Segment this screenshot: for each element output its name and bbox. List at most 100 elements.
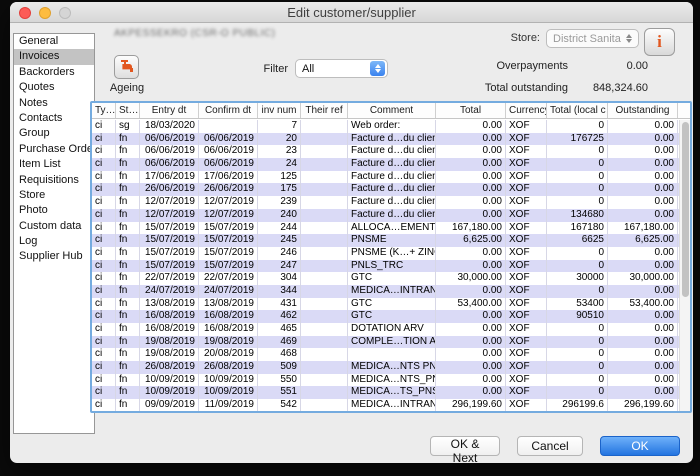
cell-entry_dt: 15/07/2019 [140,222,199,235]
close-window-button[interactable] [19,7,31,19]
cell-currency: XOF [506,272,547,285]
cell-their_ref [301,260,348,273]
cell-st: fn [116,336,140,349]
column-header-comment[interactable]: Comment [348,103,436,118]
cell-total_local: 0 [547,247,608,260]
column-header-outstanding[interactable]: Outstanding [608,103,678,118]
cell-st: fn [116,399,140,412]
sidebar-item-store[interactable]: Store [14,188,94,203]
cell-confirm_dt: 15/07/2019 [199,222,258,235]
invoice-row[interactable]: cifn12/07/201912/07/2019240Facture d…du … [92,209,679,222]
column-header-currency[interactable]: Currency [506,103,547,118]
invoice-row[interactable]: cifn15/07/201915/07/2019247PNLS_TRC0.00X… [92,260,679,273]
sidebar-item-requisitions[interactable]: Requisitions [14,173,94,188]
invoice-row[interactable]: cifn10/09/201910/09/2019550MEDICA…NTS_PN… [92,374,679,387]
cell-entry_dt: 17/06/2019 [140,171,199,184]
info-button[interactable]: i [644,28,675,56]
sidebar-item-item-list[interactable]: Item List [14,157,94,172]
invoice-row[interactable]: cifn26/08/201926/08/2019509MEDICA…NTS PN… [92,361,679,374]
cell-comment: Facture d…du client [348,145,436,158]
cell-their_ref [301,196,348,209]
invoice-row[interactable]: cifn16/08/201916/08/2019462GTC0.00XOF905… [92,310,679,323]
cancel-button[interactable]: Cancel [517,436,583,456]
column-header-inv_num[interactable]: inv num [258,103,301,118]
sidebar-item-photo[interactable]: Photo [14,203,94,218]
column-header-st[interactable]: St… [116,103,140,118]
cell-outstanding: 296,199.60 [608,399,678,412]
cell-ty: ci [92,145,116,158]
cell-ty: ci [92,310,116,323]
ok-button[interactable]: OK [600,436,680,456]
invoice-row[interactable]: cifn19/08/201920/08/20194680.00XOF00.00 [92,348,679,361]
cell-entry_dt: 12/07/2019 [140,196,199,209]
invoice-row[interactable]: cifn17/06/201917/06/2019125Facture d…du … [92,171,679,184]
sidebar-item-custom-data[interactable]: Custom data [14,219,94,234]
invoice-row[interactable]: cifn26/06/201926/06/2019175Facture d…du … [92,183,679,196]
cell-inv_num: 245 [258,234,301,247]
filter-select[interactable]: All [295,59,388,78]
invoice-row[interactable]: cifn06/06/201906/06/201924Facture d…du c… [92,158,679,171]
sidebar-item-log[interactable]: Log [14,234,94,249]
invoice-row[interactable]: cifn13/08/201913/08/2019431GTC53,400.00X… [92,298,679,311]
cell-outstanding: 0.00 [608,247,678,260]
sidebar-item-supplier-hub[interactable]: Supplier Hub [14,249,94,264]
column-header-total[interactable]: Total [436,103,506,118]
invoice-row[interactable]: cifn09/09/201911/09/2019542MEDICA…INTRAN… [92,399,679,412]
cell-total_local: 167180 [547,222,608,235]
cell-total_local: 0 [547,386,608,399]
cell-their_ref [301,361,348,374]
cell-confirm_dt: 22/07/2019 [199,272,258,285]
cell-st: fn [116,285,140,298]
invoice-row[interactable]: cifn10/09/201910/09/2019551MEDICA…TS_PNS… [92,386,679,399]
invoice-row[interactable]: cifn22/07/201922/07/2019304GTC30,000.00X… [92,272,679,285]
ageing-button[interactable] [114,55,139,79]
column-header-entry_dt[interactable]: Entry dt [140,103,199,118]
cell-st: fn [116,196,140,209]
invoice-row[interactable]: cifn06/06/201906/06/201920Facture d…du c… [92,133,679,146]
sidebar-item-group[interactable]: Group [14,126,94,141]
invoice-row[interactable]: cifn15/07/201915/07/2019244ALLOCA…EMENT)… [92,222,679,235]
scrollbar-thumb[interactable] [682,122,689,297]
cell-their_ref [301,209,348,222]
column-header-total_local[interactable]: Total (local c… [547,103,608,118]
cell-total: 0.00 [436,285,506,298]
cell-currency: XOF [506,285,547,298]
cell-entry_dt: 16/08/2019 [140,323,199,336]
cell-ty: ci [92,285,116,298]
invoice-row[interactable]: cifn19/08/201919/08/2019469COMPLE…TION A… [92,336,679,349]
column-header-ty[interactable]: Ty… [92,103,116,118]
overpayments-label: Overpayments [438,60,568,72]
cell-comment [348,348,436,361]
column-header-their_ref[interactable]: Their ref [301,103,348,118]
column-header-confirm_dt[interactable]: Confirm dt [199,103,258,118]
cell-st: fn [116,310,140,323]
cell-currency: XOF [506,209,547,222]
sidebar-item-backorders[interactable]: Backorders [14,65,94,80]
invoice-row[interactable]: cifn12/07/201912/07/2019239Facture d…du … [92,196,679,209]
invoice-row[interactable]: cifn16/08/201916/08/2019465DOTATION ARV0… [92,323,679,336]
sidebar-item-invoices[interactable]: Invoices [14,49,94,64]
sidebar-item-general[interactable]: General [14,34,94,49]
sidebar-item-quotes[interactable]: Quotes [14,80,94,95]
cell-inv_num: 469 [258,336,301,349]
cell-total: 0.00 [436,361,506,374]
cell-st: fn [116,158,140,171]
ok-and-next-button[interactable]: OK & Next [430,436,500,456]
invoice-row[interactable]: cifn06/06/201906/06/201923Facture d…du c… [92,145,679,158]
invoice-row[interactable]: cifn15/07/201915/07/2019246PNSME (K…+ ZI… [92,247,679,260]
cell-entry_dt: 15/07/2019 [140,247,199,260]
invoice-row[interactable]: cifn24/07/201924/07/2019344MEDICA…INTRAN… [92,285,679,298]
sidebar-item-contacts[interactable]: Contacts [14,111,94,126]
sidebar-item-notes[interactable]: Notes [14,96,94,111]
cell-total: 0.00 [436,145,506,158]
cell-their_ref [301,272,348,285]
minimize-window-button[interactable] [39,7,51,19]
cell-currency: XOF [506,196,547,209]
sidebar-item-purchase-orders[interactable]: Purchase Orders [14,142,94,157]
invoice-row[interactable]: cifn15/07/201915/07/2019245PNSME6,625.00… [92,234,679,247]
table-scrollbar[interactable] [679,120,690,411]
invoice-row[interactable]: cisg18/03/20207Web order:0.00XOF00.00 [92,120,679,133]
cell-their_ref [301,234,348,247]
store-select[interactable]: District Sanitaire… [546,29,639,48]
cell-comment: MEDICA…TS_PNSME [348,386,436,399]
